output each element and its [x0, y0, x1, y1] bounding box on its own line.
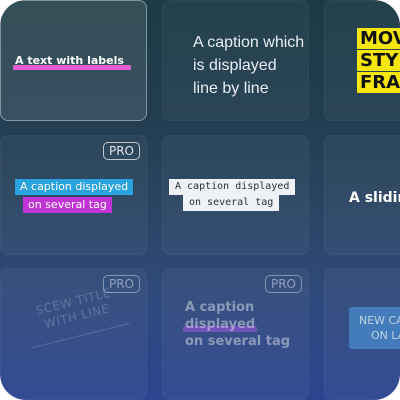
faded-caption-preview: A caption displayed on several tag — [183, 299, 291, 350]
caption-line-highlighted: displayed — [183, 317, 258, 332]
caption-style-several-tag[interactable]: PRO A caption displayed on several tag — [0, 135, 147, 255]
caption-style-line-by-line[interactable]: A caption which is displayed line by lin… — [162, 0, 309, 121]
skew-title-preview: SCEW TITLE WITH LINE — [13, 280, 137, 338]
caption-line: line by line — [193, 80, 269, 97]
caption-style-faded-caption[interactable]: PRO A caption displayed on several tag — [162, 268, 309, 400]
sliding-caption-preview: A slidin — [349, 190, 400, 206]
line-by-line-preview: A caption which is displayed line by lin… — [193, 31, 304, 100]
caption-style-new-caption[interactable]: NEW CA ON LA — [324, 268, 400, 400]
yellow-frame-line: MOV — [357, 28, 400, 49]
caption-tag-mono: A caption displayed — [169, 179, 296, 195]
caption-line: on several tag — [185, 334, 291, 349]
caption-tag-blue: A caption displayed — [15, 179, 134, 195]
caption-line: A caption — [185, 300, 255, 315]
caption-line: A caption which — [193, 34, 305, 51]
yellow-frame-line: FRA — [357, 72, 400, 93]
caption-line: is displayed — [193, 57, 277, 74]
caption-style-yellow-frames[interactable]: MOV STY FRA — [324, 0, 400, 121]
caption-tag-mono: on several tag — [183, 195, 280, 211]
new-caption-preview: NEW CA ON LA — [349, 307, 400, 349]
caption-style-gallery: A text with labels A caption which is di… — [0, 0, 400, 400]
caption-style-several-tag-mono[interactable]: A caption displayed on several tag — [162, 135, 309, 255]
caption-line: NEW CA — [359, 314, 400, 327]
caption-style-sliding[interactable]: A slidin — [324, 135, 400, 255]
pro-badge: PRO — [264, 275, 302, 293]
caption-line: ON LA — [371, 329, 400, 342]
text-with-labels-preview: A text with labels — [13, 54, 145, 70]
pro-badge: PRO — [102, 142, 140, 160]
caption-style-text-with-labels[interactable]: A text with labels — [0, 0, 147, 121]
caption-style-skew-title[interactable]: PRO SCEW TITLE WITH LINE — [0, 268, 147, 400]
yellow-frame-line: STY — [357, 50, 400, 71]
caption-tag-purple: on several tag — [23, 197, 112, 213]
